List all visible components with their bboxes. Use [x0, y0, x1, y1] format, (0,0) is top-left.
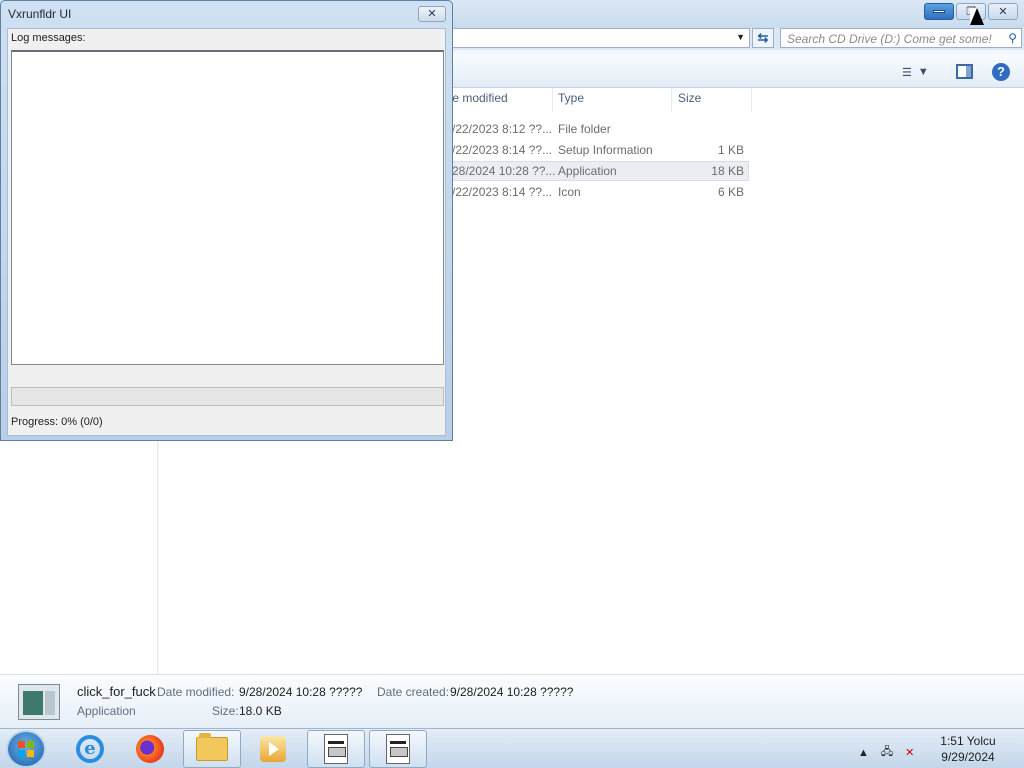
network-icon[interactable]: 🖧 — [881, 743, 893, 762]
file-name: click_for_fuck — [77, 684, 156, 699]
taskbar-app-window[interactable] — [369, 730, 427, 768]
row-type: Setup Information — [558, 143, 653, 157]
log-messages-label: Log messages: — [11, 32, 86, 44]
start-button[interactable] — [6, 730, 46, 768]
close-icon: ✕ — [998, 6, 1008, 18]
preview-pane-button[interactable] — [956, 64, 973, 79]
search-icon[interactable]: ⚲ — [1008, 31, 1017, 45]
firefox-icon — [136, 735, 164, 763]
change-view-button[interactable]: ☰ ▼ — [902, 65, 938, 79]
details-pane: click_for_fuck Application Date modified… — [0, 674, 1024, 728]
close-button[interactable]: ✕ — [988, 3, 1018, 20]
view-dropdown-icon: ▼ — [917, 66, 929, 78]
row-size: 6 KB — [717, 185, 744, 199]
column-separator[interactable] — [751, 88, 752, 112]
log-messages-box[interactable] — [11, 50, 444, 365]
clock-time: 1:51 Yolcu — [940, 734, 996, 748]
size-value: 18.0 KB — [239, 704, 282, 718]
taskbar-windows-explorer[interactable] — [183, 730, 241, 768]
row-date: 28/2024 10:28 ??... — [452, 164, 556, 178]
date-modified-label: Date modified: — [157, 685, 235, 699]
refresh-button[interactable]: ⇆ — [752, 28, 774, 48]
column-type[interactable]: Type — [558, 91, 584, 111]
close-icon: ✕ — [427, 8, 437, 20]
file-kind: Application — [77, 704, 136, 718]
show-hidden-icons-icon[interactable]: ▲ — [858, 747, 869, 759]
dialog-body: Log messages: Progress: 0% (0/0) — [7, 28, 446, 436]
vxrunfldr-dialog: Vxrunfldr UI ✕ Log messages: Progress: 0… — [0, 0, 453, 441]
internet-explorer-icon: e — [76, 735, 104, 763]
minimize-icon — [933, 10, 945, 13]
date-created-label: Date created: — [377, 685, 450, 699]
column-separator[interactable] — [671, 88, 672, 112]
refresh-icon: ⇆ — [757, 30, 769, 45]
taskbar-media-player[interactable] — [244, 730, 302, 768]
column-separator[interactable] — [552, 88, 553, 112]
row-date: /22/2023 8:14 ??... — [452, 143, 553, 157]
progress-bar — [11, 387, 444, 406]
column-date-modified[interactable]: te modified — [449, 91, 508, 111]
row-date: /22/2023 8:14 ??... — [452, 185, 553, 199]
app-window-icon — [324, 734, 348, 764]
row-type: Application — [558, 164, 617, 178]
help-button[interactable]: ? — [992, 63, 1010, 81]
taskbar-firefox[interactable] — [121, 730, 179, 768]
mouse-cursor-icon — [970, 8, 984, 25]
dialog-title: Vxrunfldr UI — [8, 7, 72, 21]
date-created-value: 9/28/2024 10:28 ????? — [450, 685, 574, 699]
system-tray: ▲ 🖧 ✕ — [858, 743, 914, 762]
dialog-close-button[interactable]: ✕ — [418, 6, 446, 22]
search-placeholder: Search CD Drive (D:) Come get some! — [787, 32, 992, 46]
taskbar-internet-explorer[interactable]: e — [61, 730, 119, 768]
table-row[interactable]: /22/2023 8:14 ??... Setup Information 1 … — [449, 140, 749, 160]
row-size: 1 KB — [717, 143, 744, 157]
row-date: /22/2023 8:12 ??... — [452, 122, 553, 136]
row-type: File folder — [558, 122, 611, 136]
row-size: 18 KB — [711, 164, 744, 178]
help-icon: ? — [997, 64, 1005, 79]
column-size[interactable]: Size — [678, 91, 701, 111]
folder-icon — [196, 733, 228, 761]
media-player-icon — [260, 736, 286, 762]
search-input[interactable]: Search CD Drive (D:) Come get some! ⚲ — [780, 28, 1022, 48]
taskbar: e ▲ 🖧 ✕ 1:51 Yolcu 9/29/2024 — [0, 728, 1024, 768]
table-row[interactable]: /22/2023 8:14 ??... Icon 6 KB — [449, 182, 749, 202]
table-row-selected[interactable]: 28/2024 10:28 ??... Application 18 KB — [449, 161, 749, 181]
row-type: Icon — [558, 185, 581, 199]
progress-text: Progress: 0% (0/0) — [11, 416, 103, 428]
taskbar-app-window[interactable] — [307, 730, 365, 768]
minimize-button[interactable] — [924, 3, 954, 20]
dropdown-arrow-icon[interactable]: ▼ — [736, 32, 745, 42]
application-icon — [18, 684, 60, 720]
volume-muted-icon[interactable]: ✕ — [905, 746, 914, 759]
clock-date: 9/29/2024 — [941, 750, 995, 764]
table-row[interactable]: /22/2023 8:12 ??... File folder — [449, 119, 749, 139]
app-window-icon — [386, 734, 410, 764]
view-list-icon: ☰ — [902, 66, 912, 79]
size-label: Size: — [212, 704, 239, 718]
date-modified-value: 9/28/2024 10:28 ????? — [239, 685, 363, 699]
clock[interactable]: 1:51 Yolcu 9/29/2024 — [932, 733, 1004, 765]
address-bar[interactable]: ▼ — [452, 28, 750, 48]
